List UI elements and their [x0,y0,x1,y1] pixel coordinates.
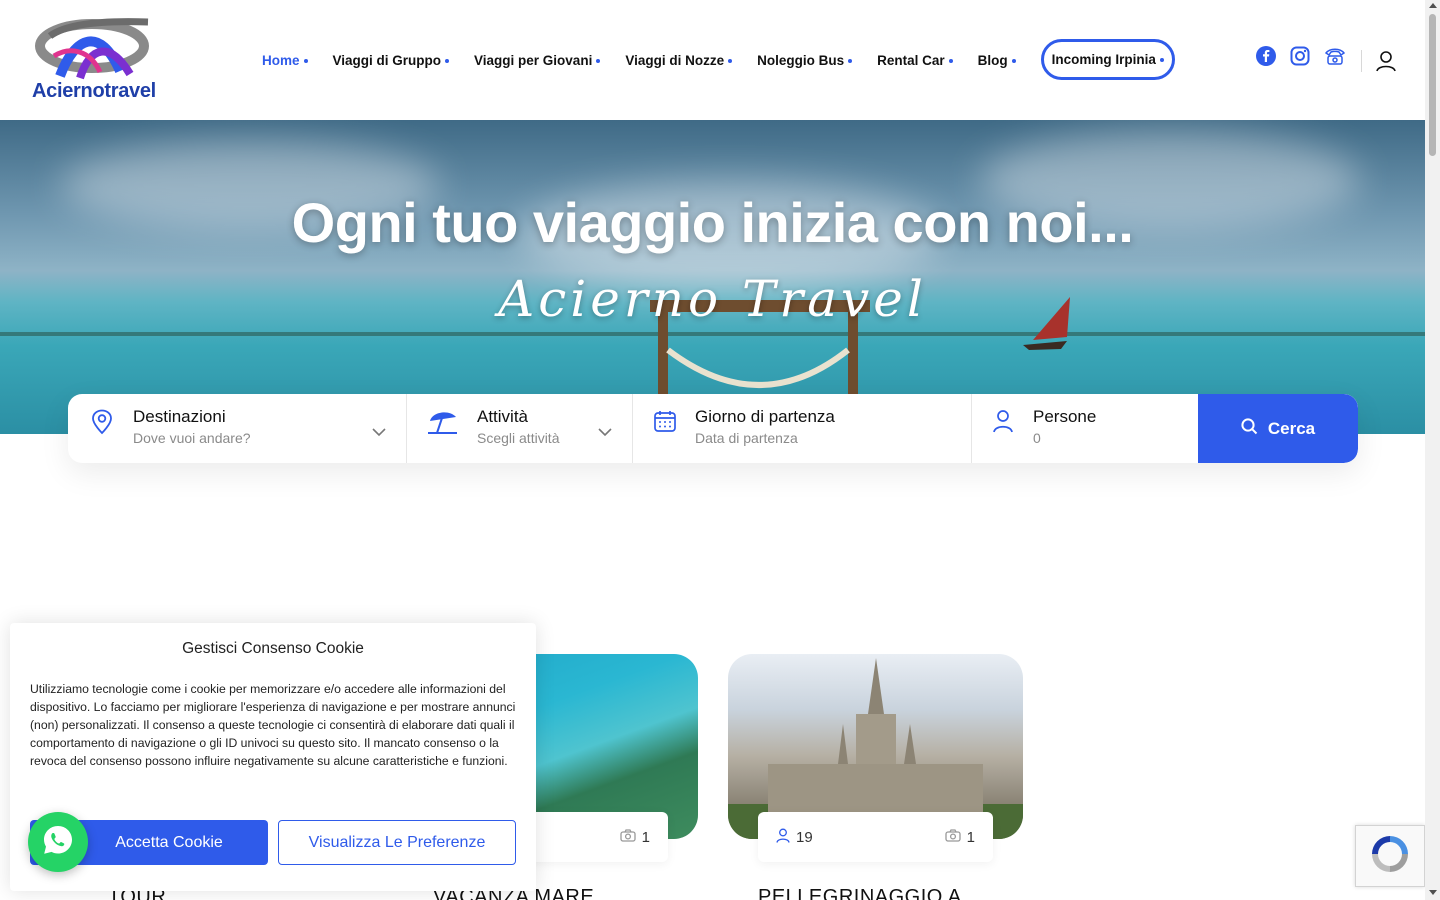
beach-umbrella-icon [427,409,459,439]
destination-label: Destinazioni [133,407,226,426]
nav-item-viaggi-per-giovani[interactable]: Viaggi per Giovani [474,53,600,68]
cookie-text: Utilizziamo tecnologie come i cookie per… [30,682,516,768]
scroll-down-arrow[interactable] [1429,890,1437,895]
departure-date-placeholder: Data di partenza [695,430,798,446]
chevron-down-icon [598,422,612,441]
whatsapp-button[interactable] [28,812,88,872]
person-icon [992,409,1014,437]
logo-text: Aciernotravel [32,80,156,102]
site-logo[interactable]: Aciernotravel [30,16,162,104]
nav-item-noleggio-bus[interactable]: Noleggio Bus [757,53,852,68]
camera-icon [945,828,961,846]
photo-count: 1 [966,828,975,846]
people-label: Persone [1033,407,1097,426]
departure-date-label: Giorno di partenza [695,407,835,426]
logo-graphic [35,18,149,80]
user-icon[interactable] [1375,50,1397,76]
tour-card[interactable]: 19 1 PELLEGRINAGGIO A [728,654,1023,900]
nav-item-blog[interactable]: Blog [978,53,1016,68]
nav-item-rental-car[interactable]: Rental Car [877,53,953,68]
header-divider [1361,50,1362,72]
social-links [1256,46,1346,66]
nav-item-viaggi-di-gruppo[interactable]: Viaggi di Gruppo [333,53,450,68]
card-title: PELLEGRINAGGIO A [758,886,962,900]
nav-item-viaggi-di-nozze[interactable]: Viaggi di Nozze [625,53,732,68]
departure-date-field[interactable]: Giorno di partenza Data di partenza [633,394,972,463]
search-button[interactable]: Cerca [1198,394,1358,463]
facebook-icon[interactable] [1256,46,1276,66]
people-value: 0 [1033,430,1041,446]
nav-item-home[interactable]: Home [262,53,308,68]
scroll-up-arrow[interactable] [1429,3,1437,8]
search-button-label: Cerca [1267,418,1316,438]
photo-count: 1 [641,828,650,846]
recaptcha-icon [1368,832,1412,880]
search-bar: Destinazioni Dove vuoi andare? Attività … [68,394,1358,463]
view-preferences-button[interactable]: Visualizza Le Preferenze [278,820,516,865]
hero-banner: Ogni tuo viaggio inizia con noi... Acier… [0,120,1425,434]
activity-field[interactable]: Attività Scegli attività [407,394,633,463]
camera-icon [620,828,636,846]
recaptcha-badge[interactable] [1355,825,1425,887]
people-count: 19 [796,828,813,846]
card-meta: 19 1 [758,812,993,862]
site-header: Aciernotravel Home Viaggi di Gruppo Viag… [0,0,1425,120]
hero-title: Ogni tuo viaggio inizia con noi... [291,191,1134,254]
chevron-down-icon [372,422,386,441]
phone-icon[interactable] [1324,46,1346,66]
destination-placeholder: Dove vuoi andare? [133,430,251,446]
people-field[interactable]: Persone 0 [972,394,1198,463]
nav-item-incoming-irpinia[interactable]: Incoming Irpinia [1040,38,1175,80]
destination-field[interactable]: Destinazioni Dove vuoi andare? [68,394,407,463]
scroll-thumb[interactable] [1429,14,1436,156]
calendar-icon [653,409,677,437]
cookie-title: Gestisci Consenso Cookie [182,640,364,657]
cookie-consent-banner: Gestisci Consenso Cookie Utilizziamo tec… [10,623,536,891]
hero-subtitle: Acierno Travel [498,270,927,328]
search-icon [1241,417,1258,440]
person-icon [776,828,790,847]
main-nav: Home Viaggi di Gruppo Viaggi per Giovani… [262,38,1200,80]
instagram-icon[interactable] [1290,46,1310,66]
page-scrollbar[interactable] [1425,0,1440,900]
map-pin-icon [90,409,114,439]
whatsapp-icon [41,823,75,861]
